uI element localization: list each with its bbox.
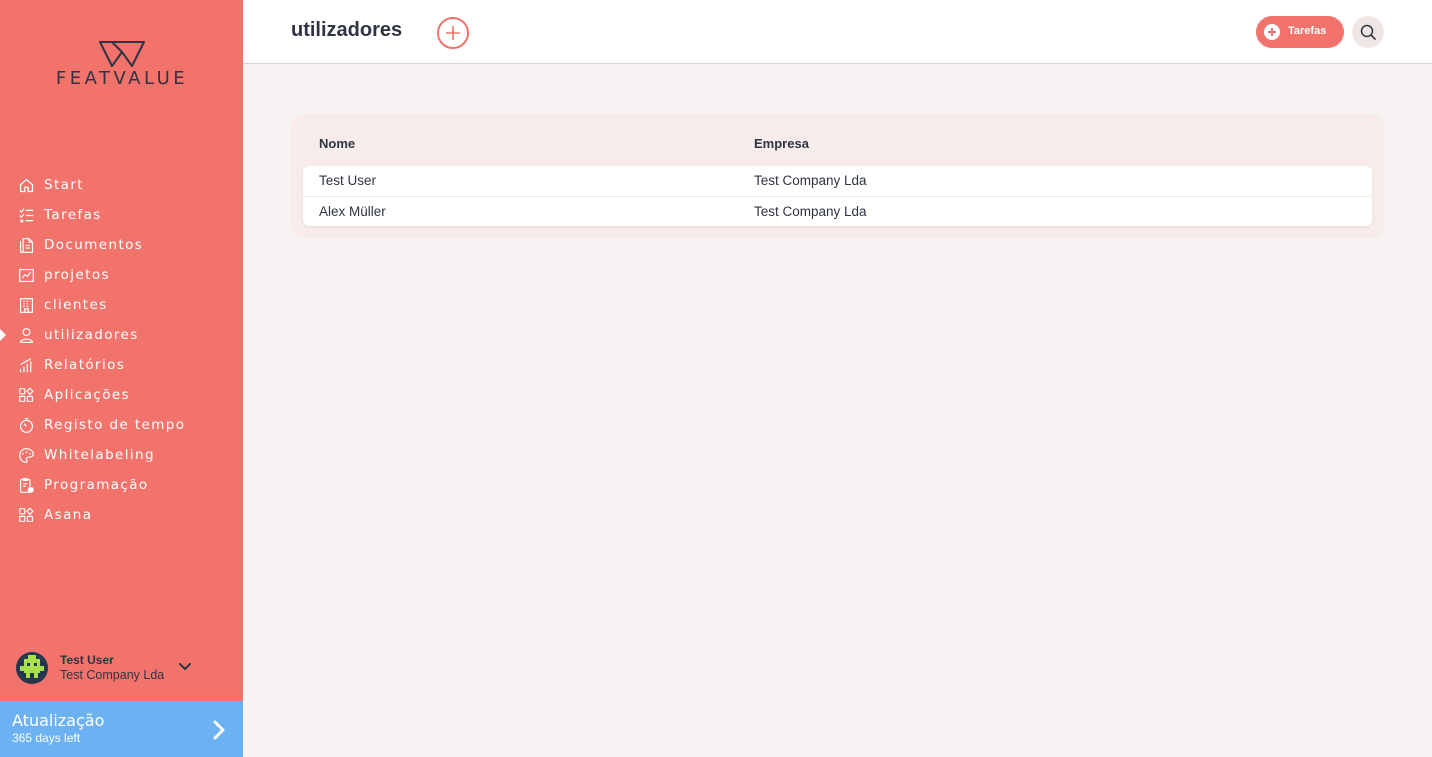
sidebar-item-clientes[interactable]: clientes [0, 290, 243, 320]
sidebar-item-label: Documentos [44, 237, 144, 253]
sidebar-item-label: Aplicações [44, 387, 131, 403]
top-header: utilizadores Tarefas [243, 0, 1432, 64]
column-header-empresa[interactable]: Empresa [754, 136, 809, 151]
sidebar-item-documentos[interactable]: Documentos [0, 230, 243, 260]
search-button[interactable] [1352, 16, 1384, 48]
sidebar-item-programacao[interactable]: Programação [0, 470, 243, 500]
sidebar-item-label: Tarefas [44, 207, 102, 223]
chevron-down-icon[interactable] [178, 660, 192, 674]
sidebar-item-start[interactable]: Start [0, 170, 243, 200]
upgrade-days-left: 365 days left [12, 731, 81, 745]
bar-chart-icon [17, 356, 35, 374]
apps-icon [17, 386, 35, 404]
column-header-nome[interactable]: Nome [319, 136, 355, 151]
logo-text: FEATVALUE [55, 68, 189, 89]
plus-circle-icon [1264, 24, 1280, 40]
sidebar-item-label: Asana [44, 507, 93, 523]
sidebar-item-label: Registo de tempo [44, 417, 186, 433]
sidebar-item-aplicacoes[interactable]: Aplicações [0, 380, 243, 410]
sidebar-item-asana[interactable]: Asana [0, 500, 243, 530]
user-name-cell: Test User [319, 173, 377, 188]
chart-board-icon [17, 266, 35, 284]
active-indicator [0, 329, 6, 341]
user-menu[interactable]: Test User Test Company Lda [16, 652, 216, 688]
table-row[interactable]: Test User Test Company Lda [303, 166, 1372, 196]
sidebar-item-label: Relatórios [44, 357, 126, 373]
sidebar-item-registo-de-tempo[interactable]: Registo de tempo [0, 410, 243, 440]
home-icon [17, 176, 35, 194]
table-row[interactable]: Alex Müller Test Company Lda [303, 196, 1372, 226]
user-company: Test Company Lda [60, 668, 165, 682]
featvalue-logo[interactable]: FEATVALUE [36, 40, 208, 90]
chevron-right-icon [213, 720, 225, 740]
logo-mark-icon [99, 41, 145, 67]
plus-icon [446, 26, 460, 40]
task-list-icon [17, 206, 35, 224]
schedule-icon [17, 476, 35, 494]
sidebar-item-projetos[interactable]: projetos [0, 260, 243, 290]
sidebar-item-label: Whitelabeling [44, 447, 155, 463]
sidebar-item-label: clientes [44, 297, 108, 313]
avatar [16, 652, 48, 684]
company-cell: Test Company Lda [754, 173, 867, 188]
table-body: Test User Test Company Lda Alex Müller T… [303, 166, 1372, 226]
sidebar: FEATVALUE Start Tarefas Documentos proje… [0, 0, 243, 757]
sidebar-item-tarefas[interactable]: Tarefas [0, 200, 243, 230]
search-icon [1360, 24, 1376, 40]
add-user-button[interactable] [437, 17, 469, 49]
users-table: Nome Empresa Test User Test Company Lda … [291, 114, 1384, 238]
timer-icon [17, 416, 35, 434]
company-cell: Test Company Lda [754, 204, 867, 219]
documents-icon [17, 236, 35, 254]
sidebar-item-label: Programação [44, 477, 149, 493]
sidebar-nav: Start Tarefas Documentos projetos client… [0, 170, 243, 530]
new-task-label: Tarefas [1288, 25, 1327, 37]
sidebar-item-label: Start [44, 177, 84, 193]
sidebar-item-whitelabeling[interactable]: Whitelabeling [0, 440, 243, 470]
upgrade-title: Atualização [12, 711, 105, 730]
user-name-cell: Alex Müller [319, 204, 386, 219]
sidebar-item-relatorios[interactable]: Relatórios [0, 350, 243, 380]
user-icon [17, 326, 35, 344]
user-name: Test User [60, 653, 114, 667]
sidebar-item-label: projetos [44, 267, 110, 283]
upgrade-banner[interactable]: Atualização 365 days left [0, 701, 243, 757]
page-title: utilizadores [291, 19, 403, 41]
sidebar-item-utilizadores[interactable]: utilizadores [0, 320, 243, 350]
apps-icon [17, 506, 35, 524]
building-icon [17, 296, 35, 314]
palette-icon [17, 446, 35, 464]
new-task-button[interactable]: Tarefas [1256, 16, 1344, 48]
sidebar-item-label: utilizadores [44, 327, 139, 343]
